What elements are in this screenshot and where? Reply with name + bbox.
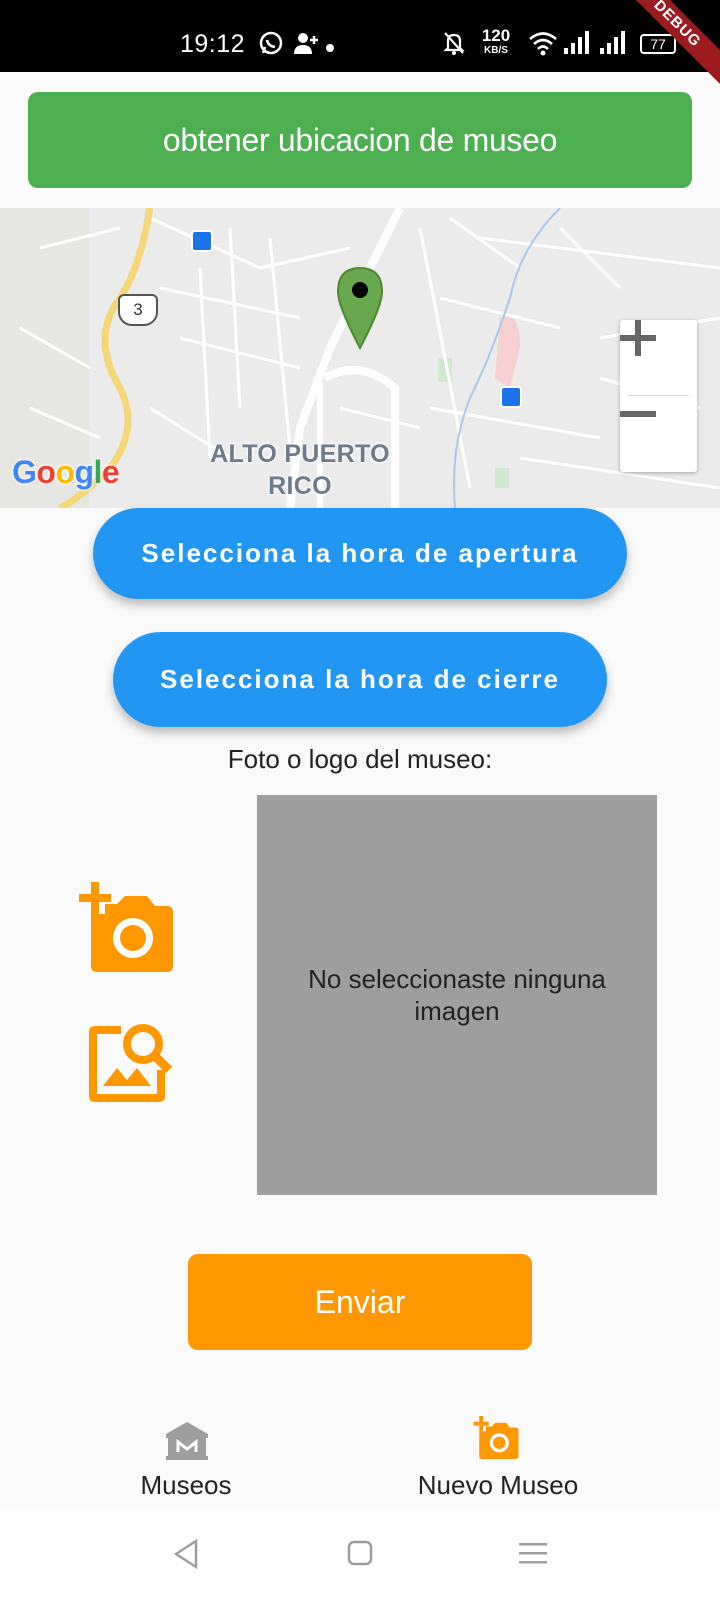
photo-label: Foto o logo del museo: bbox=[227, 744, 493, 774]
system-nav-bar bbox=[0, 1510, 720, 1600]
back-icon[interactable] bbox=[172, 1538, 200, 1575]
image-preview: No seleccionaste ninguna imagen bbox=[257, 795, 657, 1195]
notification-dot-icon bbox=[325, 40, 335, 58]
district-label-line2: RICO bbox=[268, 472, 332, 500]
map-view[interactable]: 3 ALTO PUERTO RICO Google bbox=[0, 208, 720, 508]
nav-item-nuevo-museo[interactable]: Nuevo Museo bbox=[318, 1400, 678, 1510]
nav-item-museos[interactable]: Museos bbox=[6, 1400, 366, 1510]
district-label-line1: ALTO PUERTO bbox=[210, 440, 390, 468]
wifi-icon bbox=[528, 30, 558, 61]
add-contact-icon bbox=[292, 30, 320, 61]
bell-muted-icon bbox=[442, 30, 466, 61]
camera-button[interactable] bbox=[77, 882, 175, 979]
add-a-photo-icon bbox=[79, 882, 173, 972]
status-time: 19:12 bbox=[180, 30, 246, 58]
net-speed-value: 120 bbox=[481, 26, 511, 45]
debug-ribbon-label: DEBUG bbox=[608, 0, 720, 93]
bus-stop-icon[interactable] bbox=[191, 230, 213, 252]
plus-icon bbox=[620, 320, 656, 356]
home-icon[interactable] bbox=[347, 1540, 373, 1571]
submit-button[interactable]: Enviar bbox=[188, 1254, 532, 1350]
get-location-button[interactable]: obtener ubicacion de museo bbox=[28, 92, 692, 188]
zoom-out-button[interactable] bbox=[620, 396, 697, 471]
museum-icon bbox=[166, 1422, 208, 1465]
bus-stop-icon[interactable] bbox=[500, 386, 522, 408]
route-shield: 3 bbox=[118, 294, 158, 326]
zoom-controls bbox=[620, 320, 697, 472]
minus-icon bbox=[620, 411, 656, 417]
close-time-button[interactable]: Selecciona la hora de cierre bbox=[113, 632, 607, 727]
nav-label-museos: Museos bbox=[140, 1470, 232, 1500]
zoom-in-button[interactable] bbox=[620, 320, 697, 395]
google-logo: Google bbox=[12, 454, 120, 490]
net-speed-unit: KB/S bbox=[484, 45, 508, 56]
recents-menu-icon[interactable] bbox=[519, 1542, 547, 1571]
net-speed: 120 KB/S bbox=[478, 26, 514, 58]
add-a-photo-icon bbox=[472, 1416, 520, 1465]
signal-1-icon bbox=[564, 30, 590, 61]
status-bar: 19:12 120 KB/S 77 DEBUG bbox=[0, 0, 720, 93]
district-label: ALTO PUERTO RICO bbox=[190, 438, 410, 502]
whatsapp-icon bbox=[258, 30, 284, 61]
image-search-icon bbox=[89, 1024, 173, 1102]
bottom-nav: Museos Nuevo Museo bbox=[0, 1400, 720, 1510]
nav-label-nuevo-museo: Nuevo Museo bbox=[417, 1470, 579, 1500]
gallery-search-button[interactable] bbox=[85, 1018, 173, 1109]
open-time-button[interactable]: Selecciona la hora de apertura bbox=[93, 508, 627, 599]
no-image-text: No seleccionaste ninguna imagen bbox=[308, 964, 606, 1026]
